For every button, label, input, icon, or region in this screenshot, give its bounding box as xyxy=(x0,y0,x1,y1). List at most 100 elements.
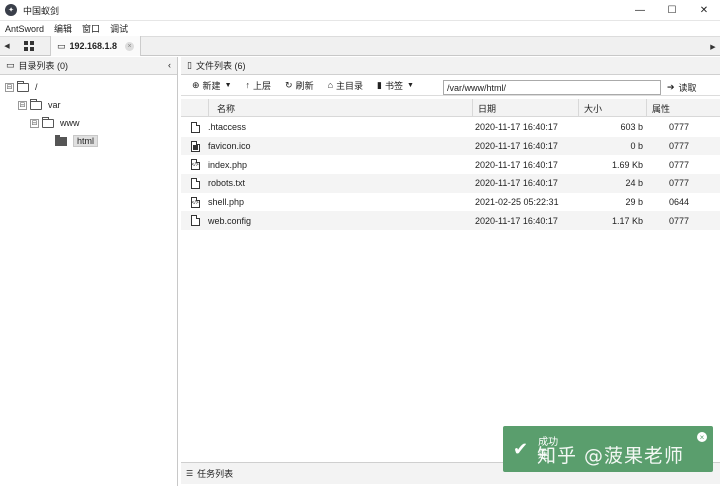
close-window-button[interactable]: ✕ xyxy=(688,0,720,21)
tab-bar: ◀ ▭ 192.168.1.8 × ▶ xyxy=(0,36,720,56)
file-date: 2020-11-17 16:40:17 xyxy=(475,122,558,133)
file-row[interactable]: favicon.ico 2020-11-17 16:40:17 0 b 0777 xyxy=(181,136,720,156)
collapse-pane-icon[interactable]: ‹ xyxy=(168,60,171,70)
file-perm: 0777 xyxy=(669,141,690,152)
tree-node-www[interactable]: ⊟ www xyxy=(30,115,80,131)
tree-label: var xyxy=(48,100,61,110)
file-name: web.config xyxy=(208,215,252,226)
check-icon: ✔ xyxy=(513,438,529,459)
task-list-label: 任务列表 xyxy=(197,469,234,479)
file-pane-header: ▯ 文件列表 (6) xyxy=(181,57,720,75)
monitor-icon: ▭ xyxy=(57,40,66,51)
tab-host-label: 192.168.1.8 xyxy=(69,41,118,51)
file-icon xyxy=(181,212,205,230)
file-row[interactable]: web.config 2020-11-17 16:40:17 1.17 Kb 0… xyxy=(181,211,720,231)
file-perm: 0777 xyxy=(669,215,690,226)
file-name: shell.php xyxy=(208,197,245,208)
bookmark-label: 书签 xyxy=(384,80,403,91)
arrow-up-icon: ↑ xyxy=(245,80,251,90)
tree-label: www xyxy=(60,118,80,128)
file-icon xyxy=(181,118,205,136)
file-size: 603 b xyxy=(620,122,643,133)
file-size: 29 b xyxy=(625,197,643,208)
file-size: 0 b xyxy=(630,141,643,152)
file-row[interactable]: </> index.php 2020-11-17 16:40:17 1.69 K… xyxy=(181,155,720,174)
menu-window[interactable]: 窗口 xyxy=(77,22,105,35)
list-icon: ☰ xyxy=(186,469,194,478)
file-perm: 0644 xyxy=(669,197,690,208)
file-perm: 0777 xyxy=(669,178,690,189)
close-tab-icon[interactable]: × xyxy=(125,41,135,51)
file-name: favicon.ico xyxy=(208,141,251,152)
file-size: 24 b xyxy=(625,178,643,189)
bookmark-button[interactable]: ▮ 书签 ▼ xyxy=(372,77,419,94)
tab-host[interactable]: ▭ 192.168.1.8 × xyxy=(50,36,142,56)
folder-closed-icon xyxy=(55,134,67,146)
collapse-toggle-icon[interactable]: ⊟ xyxy=(18,100,27,110)
antsword-logo-icon: ✦ xyxy=(5,4,17,16)
file-row[interactable]: robots.txt 2020-11-17 16:40:17 24 b 0777 xyxy=(181,174,720,193)
folder-open-icon xyxy=(30,98,42,110)
tree-node-root[interactable]: ⊟ / xyxy=(5,79,38,95)
column-header-perm[interactable]: 属性 xyxy=(647,99,720,117)
file-icon xyxy=(181,174,205,192)
tree-label: / xyxy=(35,82,38,92)
file-pane-title: 文件列表 (6) xyxy=(195,61,246,71)
file-row[interactable]: .htaccess 2020-11-17 16:40:17 603 b 0777 xyxy=(181,118,720,137)
read-button[interactable]: ➔ 读取 xyxy=(667,79,697,96)
maximize-button[interactable]: ☐ xyxy=(656,0,688,21)
new-button[interactable]: ⊕ 新建 ▼ xyxy=(187,77,237,94)
column-header-size[interactable]: 大小 xyxy=(579,99,647,117)
file-list-icon: ▯ xyxy=(187,60,192,70)
tree-node-html[interactable]: html xyxy=(52,133,99,149)
arrow-right-icon: ➔ xyxy=(667,82,675,92)
file-date: 2020-11-17 16:40:17 xyxy=(475,178,558,189)
column-header-name[interactable]: 名称 xyxy=(209,99,473,117)
grid-home-icon[interactable] xyxy=(14,36,44,56)
read-label: 读取 xyxy=(678,83,697,93)
collapse-toggle-icon[interactable]: ⊟ xyxy=(30,118,39,128)
directory-pane: ▭ 目录列表 (0) ‹ ⊟ / ⊟ var ⊟ www html xyxy=(0,57,178,486)
column-icon xyxy=(181,99,209,117)
tree-label: html xyxy=(73,135,99,147)
file-pane: ▯ 文件列表 (6) ⊕ 新建 ▼ ↑ 上层 ↻ 刷新 ⌂ 主目录 ▮ 书签 ▼… xyxy=(181,57,720,486)
file-row[interactable]: </> shell.php 2021-02-25 05:22:31 29 b 0… xyxy=(181,193,720,212)
chevron-down-icon: ▼ xyxy=(407,81,414,89)
folder-icon: ▭ xyxy=(6,60,15,70)
minimize-button[interactable]: — xyxy=(624,0,656,21)
path-input[interactable] xyxy=(443,80,661,95)
up-label: 上层 xyxy=(253,80,272,91)
directory-pane-header: ▭ 目录列表 (0) ‹ xyxy=(0,57,177,75)
home-dir-button[interactable]: ⌂ 主目录 xyxy=(323,77,368,94)
folder-open-icon xyxy=(42,116,54,128)
tab-scroll-left-icon[interactable]: ◀ xyxy=(0,36,14,56)
file-perm: 0777 xyxy=(669,122,690,133)
home-icon: ⌂ xyxy=(327,80,334,90)
collapse-toggle-icon[interactable]: ⊟ xyxy=(5,82,14,92)
code-file-icon: </> xyxy=(181,156,205,174)
file-date: 2020-11-17 16:40:17 xyxy=(475,215,558,226)
refresh-button[interactable]: ↻ 刷新 xyxy=(280,77,319,94)
column-header-date[interactable]: 日期 xyxy=(473,99,579,117)
code-file-icon: </> xyxy=(181,193,205,211)
file-size: 1.17 Kb xyxy=(611,215,643,226)
file-grid-header: 名称 日期 大小 属性 xyxy=(181,99,720,117)
menu-debug[interactable]: 调试 xyxy=(105,22,133,35)
menu-antsword[interactable]: AntSword xyxy=(0,24,49,34)
file-date: 2021-02-25 05:22:31 xyxy=(475,197,559,208)
home-label: 主目录 xyxy=(336,80,364,91)
menu-edit[interactable]: 编辑 xyxy=(49,22,77,35)
file-name: index.php xyxy=(208,159,248,170)
watermark: 知乎 @菠果老师 xyxy=(537,445,685,467)
chevron-down-icon: ▼ xyxy=(224,81,232,89)
refresh-icon: ↻ xyxy=(285,79,293,90)
tab-scroll-right-icon[interactable]: ▶ xyxy=(706,37,720,57)
file-perm: 0777 xyxy=(669,159,690,170)
file-date: 2020-11-17 16:40:17 xyxy=(475,159,558,170)
up-level-button[interactable]: ↑ 上层 xyxy=(241,77,277,94)
folder-open-icon xyxy=(17,80,29,92)
tree-node-var[interactable]: ⊟ var xyxy=(18,97,61,113)
close-toast-icon[interactable]: × xyxy=(697,432,707,442)
directory-pane-title: 目录列表 (0) xyxy=(18,61,69,71)
bookmark-icon: ▮ xyxy=(377,79,382,90)
